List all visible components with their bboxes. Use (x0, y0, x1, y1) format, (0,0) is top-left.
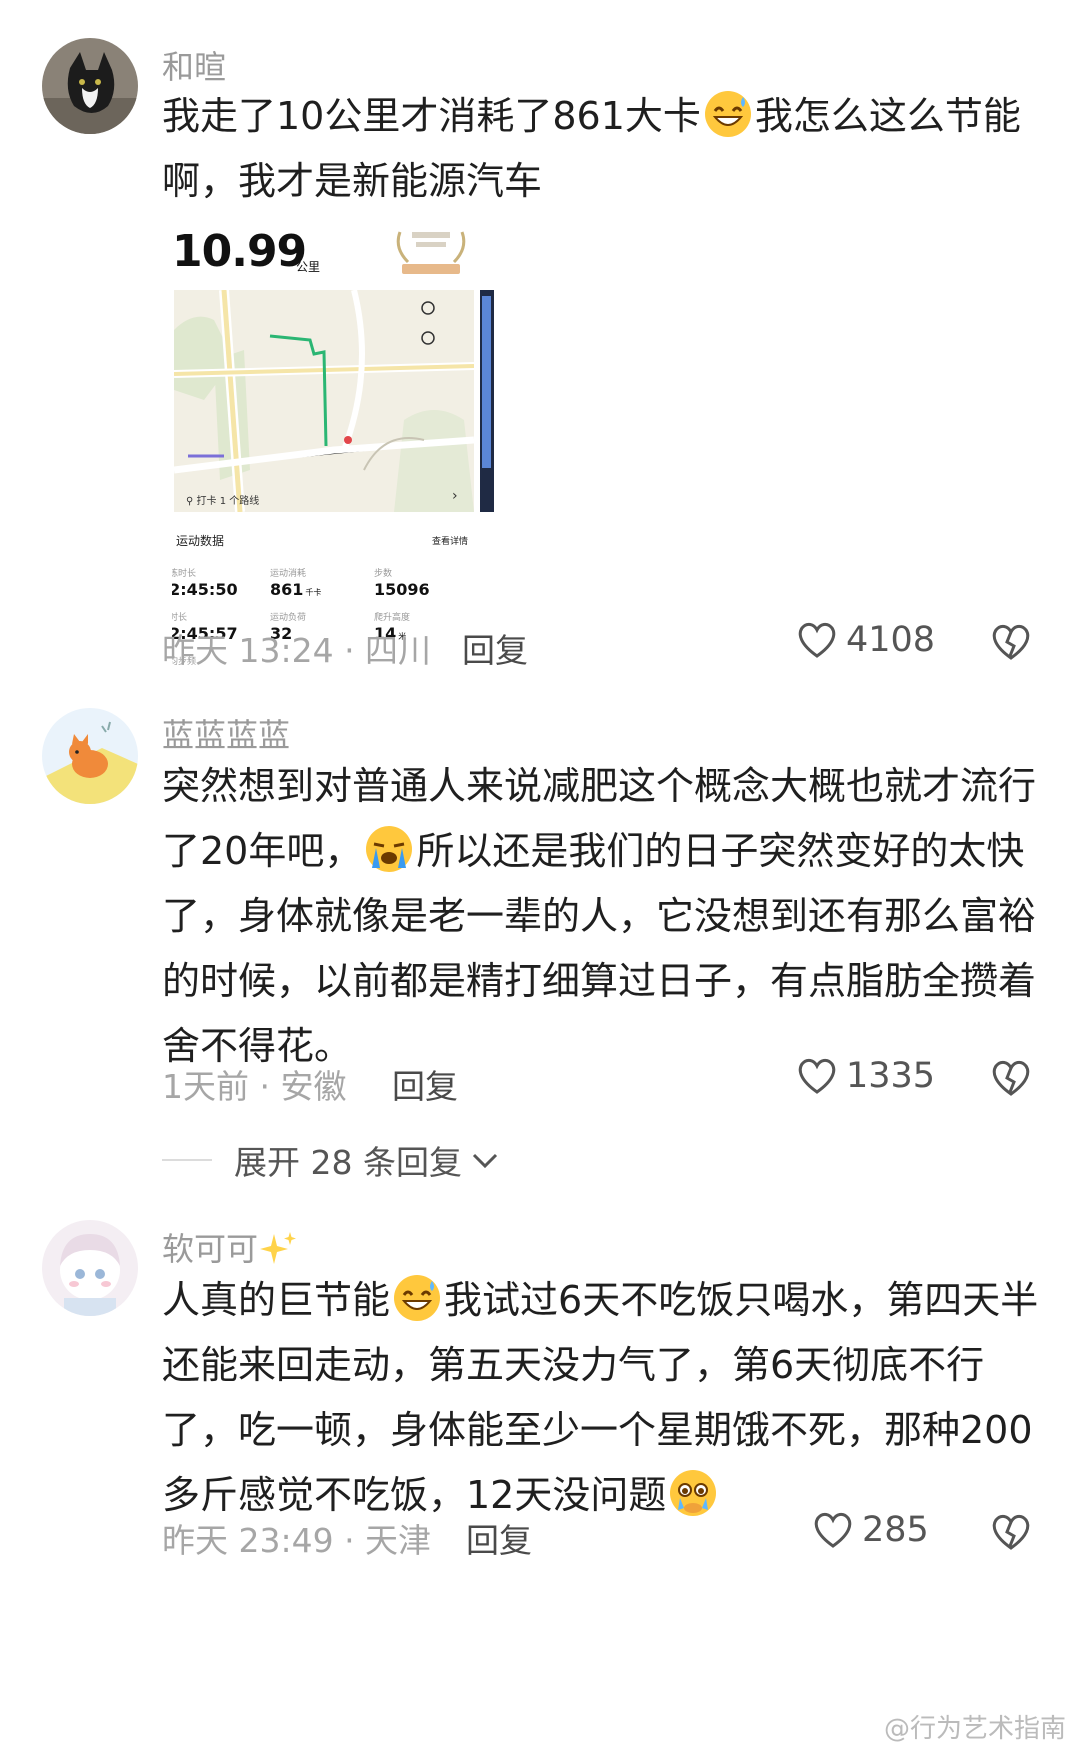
watermark: @行为艺术指南 (883, 1714, 1066, 1744)
like-button[interactable]: 4108 (796, 620, 935, 660)
heart-outline-icon (798, 622, 836, 658)
like-count: 285 (862, 1510, 929, 1550)
section-title: 运动数据 (176, 534, 225, 548)
expand-replies-button[interactable]: 展开 28 条回复 (162, 1136, 502, 1184)
broken-heart-icon (992, 1060, 1030, 1096)
dislike-button[interactable] (990, 1512, 1032, 1556)
route-map[interactable] (174, 290, 474, 512)
comment-meta: 昨天 13:24 · 四川 (162, 631, 432, 670)
stat-label: 爬升高度 (374, 613, 411, 623)
pleading-tears-emoji-icon (670, 1470, 717, 1516)
achievement-badge-icon (396, 231, 466, 274)
avatar[interactable] (42, 1220, 138, 1316)
heart-outline-icon (798, 1058, 836, 1094)
stat-label: 运动消耗 (270, 569, 307, 579)
like-count: 1335 (846, 1056, 936, 1096)
like-button[interactable]: 285 (812, 1510, 929, 1550)
reply-button[interactable]: 回复 (462, 624, 528, 672)
comment-text-part: 人真的巨节能 (162, 1278, 391, 1322)
expand-replies-label: 展开 28 条回复 (234, 1143, 462, 1182)
chevron-down-icon (472, 1153, 498, 1169)
username[interactable]: 软可可 (162, 1224, 298, 1270)
side-panel (480, 290, 494, 512)
username[interactable]: 蓝蓝蓝蓝 (162, 710, 290, 756)
view-details-link[interactable]: 查看详情 (432, 534, 468, 547)
dislike-button[interactable] (990, 1058, 1032, 1102)
divider (162, 1159, 212, 1161)
like-button[interactable]: 1335 (796, 1056, 935, 1096)
broken-heart-icon (992, 624, 1030, 660)
stat-value: 02:45:50 (172, 580, 238, 599)
comment-text: 人真的巨节能 我试过6天不吃饭只喝水，第四天半还能来回走动，第五天没力气了，第6天… (162, 1268, 1042, 1528)
stat-label: 步数 (374, 569, 393, 579)
grin-sweat-emoji-icon (394, 1275, 441, 1321)
stat-label: 总时长 (172, 613, 188, 623)
reply-button[interactable]: 回复 (392, 1060, 458, 1108)
dislike-button[interactable] (990, 622, 1032, 666)
comment-meta: 1天前 · 安徽 (162, 1067, 347, 1106)
distance-value: 10.99 (172, 226, 307, 277)
grin-sweat-emoji-icon (704, 91, 751, 137)
workout-screenshot[interactable]: 10.99 公里 ⚲ 打卡 1 个路线 › 运动数据 查看详情 练时长 2:45… (172, 222, 496, 682)
username[interactable]: 和暄 (162, 42, 226, 88)
pin-icon: ⚲ (186, 496, 197, 507)
comment-text: 突然想到对普通人来说减肥这个概念大概也就才流行了20年吧， 所以还是我们的日子突然… (162, 754, 1042, 1079)
sparkles-icon (260, 1232, 297, 1264)
comment-text: 我走了10公里才消耗了861大卡 我怎么这么节能啊，我才是新能源汽车 (162, 84, 1042, 214)
comment-text-part: 我走了10公里才消耗了861大卡 (162, 94, 701, 138)
avatar[interactable] (42, 708, 138, 804)
chevron-right-icon[interactable]: › (452, 488, 458, 504)
stat-value: 861 千卡 (270, 580, 322, 599)
stat-value: 15096 (374, 580, 430, 599)
broken-heart-icon (992, 1514, 1030, 1550)
distance-unit: 公里 (296, 260, 321, 274)
route-checkin[interactable]: ⚲ 打卡 1 个路线 (186, 492, 259, 507)
reply-button[interactable]: 回复 (466, 1514, 532, 1562)
stat-label: 运动负荷 (270, 613, 307, 623)
avatar[interactable] (42, 38, 138, 134)
like-count: 4108 (846, 620, 936, 660)
crying-emoji-icon (366, 826, 413, 872)
heart-outline-icon (814, 1512, 852, 1548)
stat-label: 训练时长 (172, 569, 197, 579)
comment-meta: 昨天 23:49 · 天津 (162, 1521, 432, 1560)
